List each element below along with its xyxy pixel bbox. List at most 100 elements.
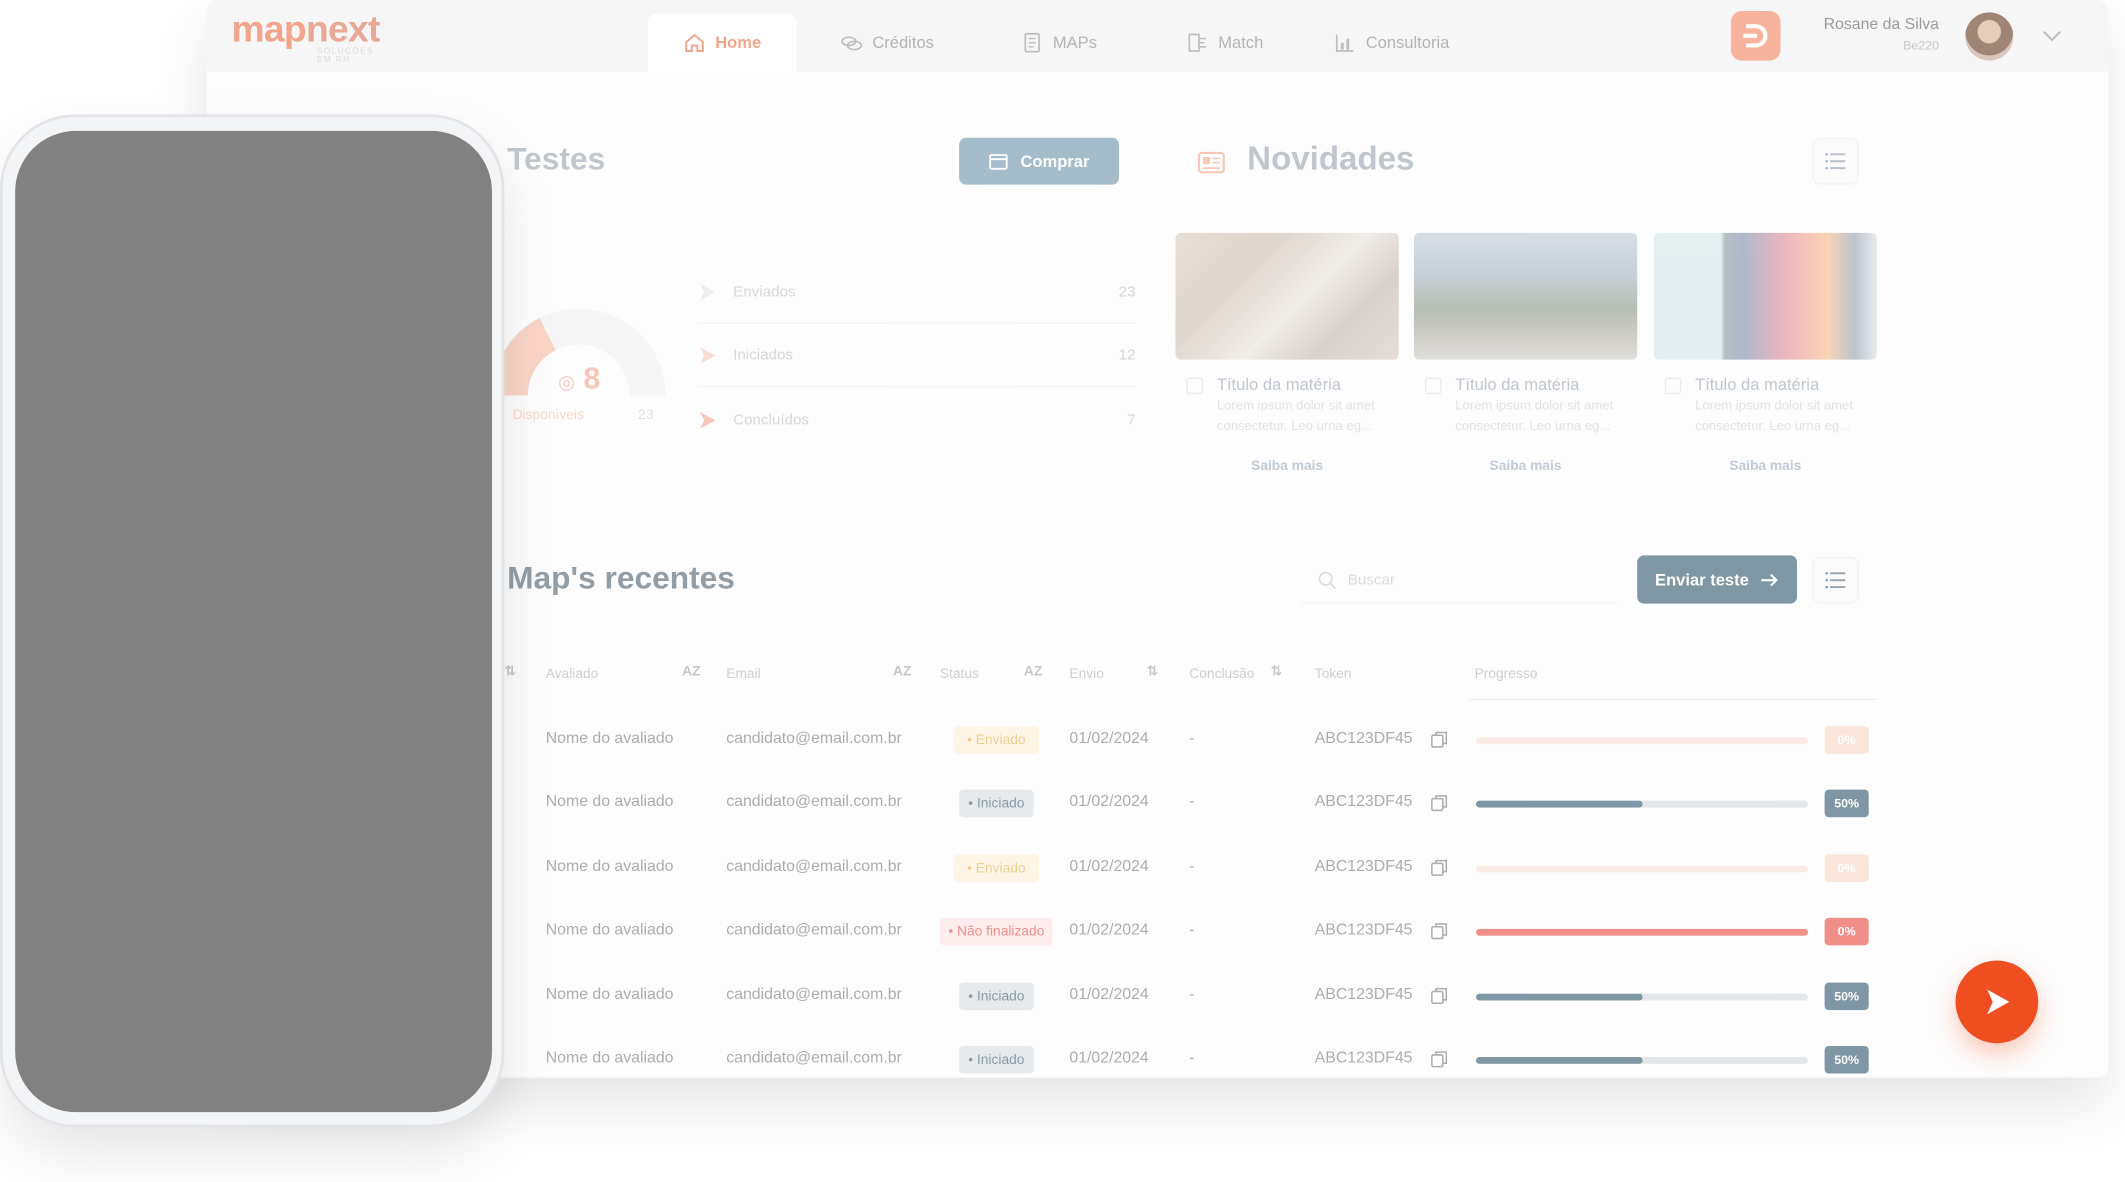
col-status[interactable]: Status [940, 667, 979, 682]
copy-icon[interactable] [1430, 730, 1448, 748]
news-card-image [1653, 232, 1877, 360]
col-avaliado[interactable]: Avaliado [546, 667, 599, 682]
progress-fill [1475, 1057, 1643, 1064]
cell-token: ABC123DF45 [1314, 1050, 1413, 1067]
tab-home[interactable]: Home [647, 13, 798, 72]
progress-percent: 50% [1824, 1045, 1869, 1074]
list-icon [1825, 152, 1846, 170]
sort-icon[interactable]: ⇅ [504, 664, 516, 679]
cell-email: candidato@email.com.br [726, 1050, 902, 1067]
cell-token: ABC123DF45 [1314, 793, 1413, 811]
comprar-button[interactable]: Comprar [959, 137, 1120, 185]
chevron-down-icon[interactable] [2040, 23, 2065, 48]
logo-subtitle: SOLUÇÕES EM RH [316, 48, 374, 65]
header-divider [1469, 698, 1877, 701]
comprar-label: Comprar [1020, 151, 1090, 171]
saiba-mais-link[interactable]: Saiba mais [1654, 459, 1877, 474]
status-badge: • Não finalizado [939, 917, 1053, 946]
cell-token: ABC123DF45 [1314, 858, 1413, 876]
sort-az-icon[interactable]: AZ [893, 664, 911, 679]
news-card[interactable]: Título da matéria Lorem ipsum dolor sit … [1413, 232, 1638, 495]
cart-icon [989, 153, 1009, 170]
tab-match[interactable]: Match [1187, 14, 1264, 72]
phone-screen [15, 130, 492, 1113]
col-envio[interactable]: Envio [1069, 667, 1103, 682]
copy-icon[interactable] [1430, 987, 1448, 1005]
tab-creditos[interactable]: Créditos [841, 14, 934, 72]
cell-conclusao: - [1189, 793, 1195, 811]
phone-mockup [0, 114, 505, 1128]
cell-avaliado: Nome do avaliado [545, 730, 674, 747]
progress-fill [1475, 928, 1809, 936]
send-arrow-icon [700, 346, 716, 364]
progress-percent: 50% [1824, 789, 1869, 818]
cell-avaliado: Nome do avaliado [545, 986, 674, 1004]
tab-maps[interactable]: MAPs [1021, 14, 1097, 72]
cell-avaliado: Nome do avaliado [545, 858, 674, 876]
status-badge: • Iniciado [959, 982, 1034, 1011]
stat-enviados: Enviados 23 [697, 260, 1136, 324]
play-arrow-icon [1987, 989, 2010, 1015]
col-token[interactable]: Token [1315, 667, 1352, 682]
cell-avaliado: Nome do avaliado [545, 1050, 674, 1067]
arrow-right-icon [1761, 573, 1778, 586]
cell-envio: 01/02/2024 [1069, 1050, 1149, 1067]
saiba-mais-link[interactable]: Saiba mais [1414, 459, 1637, 474]
enviar-teste-button[interactable]: Enviar teste [1637, 555, 1798, 604]
copy-icon[interactable] [1430, 1050, 1448, 1068]
cell-avaliado: Nome do avaliado [545, 921, 674, 939]
progress-track [1475, 800, 1809, 808]
cell-email: candidato@email.com.br [726, 730, 902, 747]
list-icon [1825, 571, 1846, 589]
testes-title: Testes [507, 140, 606, 177]
top-navbar: mapnext SOLUÇÕES EM RH Home Créditos MAP… [206, 0, 2109, 72]
recentes-list-button[interactable] [1812, 556, 1860, 604]
cell-token: ABC123DF45 [1314, 730, 1413, 747]
progress-fill [1475, 800, 1643, 808]
next-button[interactable] [1955, 960, 2039, 1044]
cell-envio: 01/02/2024 [1069, 858, 1149, 876]
sort-az-icon[interactable]: AZ [1024, 664, 1042, 679]
home-icon [685, 33, 704, 52]
coins-icon [841, 36, 863, 51]
cell-envio: 01/02/2024 [1069, 921, 1149, 939]
copy-icon[interactable] [1430, 794, 1448, 812]
progress-fill [1475, 993, 1643, 1001]
stat-concluidos: Concluídos 7 [697, 389, 1136, 452]
cell-email: candidato@email.com.br [726, 921, 902, 939]
avatar[interactable] [1965, 12, 2014, 61]
col-conclusao[interactable]: Conclusão [1189, 667, 1254, 682]
status-badge: • Enviado [953, 854, 1040, 882]
copy-icon[interactable] [1430, 859, 1448, 877]
news-card[interactable]: Título da matéria Lorem ipsum dolor sit … [1653, 232, 1877, 495]
chart-icon [1335, 34, 1354, 52]
notifications-button[interactable] [1730, 11, 1781, 61]
progress-percent: 0% [1824, 917, 1869, 946]
send-arrow-icon [700, 412, 716, 429]
logout-icon [1743, 24, 1768, 48]
sort-icon[interactable]: ⇅ [1271, 664, 1283, 679]
cell-conclusao: - [1189, 858, 1195, 876]
tab-consultoria[interactable]: Consultoria [1334, 14, 1449, 72]
progress-percent: 50% [1824, 982, 1869, 1011]
cell-conclusao: - [1189, 1050, 1195, 1067]
cell-envio: 01/02/2024 [1069, 730, 1149, 747]
search-input[interactable]: Buscar [1300, 557, 1618, 604]
saiba-mais-link[interactable]: Saiba mais [1176, 459, 1399, 474]
copy-icon[interactable] [1430, 922, 1448, 940]
cell-email: candidato@email.com.br [726, 858, 902, 876]
progress-track [1475, 865, 1809, 873]
progress-track [1475, 928, 1809, 936]
news-card-checkbox[interactable] [1186, 377, 1204, 395]
col-progresso[interactable]: Progresso [1475, 667, 1538, 682]
sort-az-icon[interactable]: AZ [682, 664, 700, 679]
col-email[interactable]: Email [726, 667, 760, 682]
tab-match-label: Match [1218, 33, 1264, 53]
news-icon [1197, 151, 1225, 174]
novidades-list-button[interactable] [1812, 137, 1860, 185]
sort-icon[interactable]: ⇅ [1147, 664, 1159, 679]
news-card-checkbox[interactable] [1424, 377, 1442, 395]
news-card[interactable]: Título da matéria Lorem ipsum dolor sit … [1175, 232, 1399, 495]
news-card-checkbox[interactable] [1664, 377, 1682, 395]
mapnext-logo[interactable]: mapnext SOLUÇÕES EM RH [232, 8, 381, 65]
